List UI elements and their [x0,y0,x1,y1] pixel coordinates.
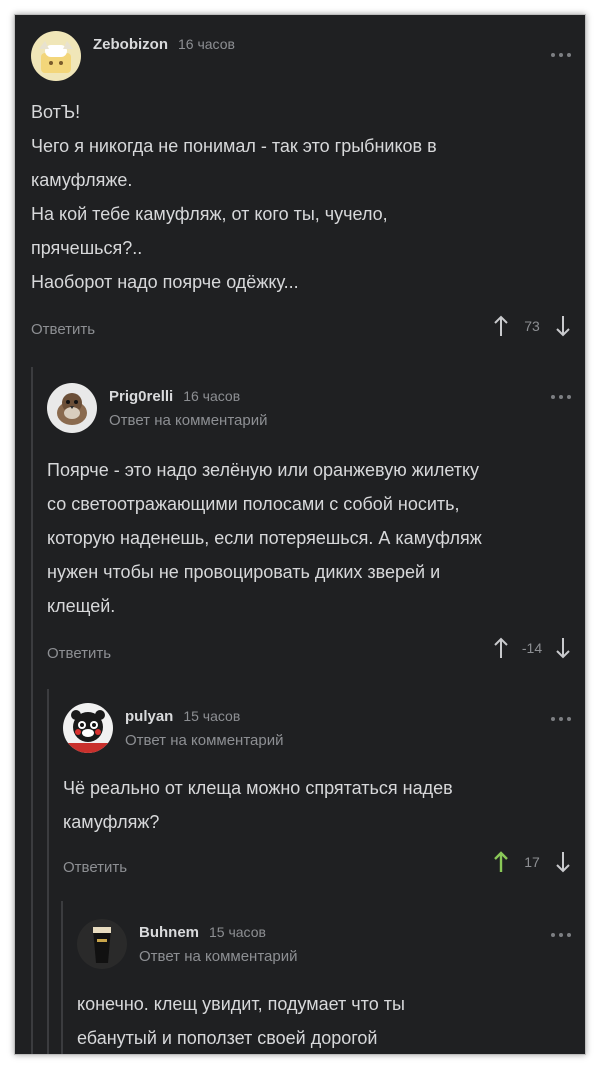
avatar[interactable] [77,919,127,969]
username[interactable]: Prig0relli [109,388,173,405]
timestamp: 15 часов [209,924,266,940]
comment-actions: Ответить 73 [15,315,585,345]
upvote-arrow-icon-active[interactable] [493,851,509,873]
username[interactable]: pulyan [125,708,173,725]
downvote-arrow-icon[interactable] [555,315,571,337]
timestamp: 15 часов [183,708,241,724]
reply-to-link[interactable]: Ответ на комментарий [139,948,297,965]
avatar[interactable] [63,703,113,753]
beer-glass-avatar-icon [77,919,127,969]
downvote-arrow-icon[interactable] [555,851,571,873]
comment-text: ВотЪ! Чего я никогда не понимал - так эт… [31,95,437,299]
comment-text-line: конечно. клещ увидит, подумает что ты [77,994,405,1014]
comment-text-line: камуфляж? [63,812,160,832]
comment-header: Prig0relli 16 часов Ответ на комментарий [47,383,267,433]
comment-text-line: На кой тебе камуфляж, от кого ты, чучело… [31,204,388,224]
username[interactable]: Buhnem [139,924,199,941]
avatar[interactable] [31,31,81,81]
timestamp: 16 часов [183,388,241,404]
rating-score: 73 [524,318,540,334]
comment-prig0relli: Prig0relli 16 часов Ответ на комментарий… [15,367,585,687]
comment-text-line: которую наденешь, если потеряешься. А ка… [47,528,482,548]
comment-header: pulyan 15 часов Ответ на комментарий [63,703,283,753]
comment-text-line: Чего я никогда не понимал - так это грыб… [31,136,437,156]
rating-score: 17 [524,854,540,870]
reply-button[interactable]: Ответить [31,321,95,338]
comment-text: Чё реально от клеща можно спрятаться над… [63,771,453,839]
upvote-arrow-icon[interactable] [493,315,509,337]
avatar-image-icon [31,31,81,81]
reply-button[interactable]: Ответить [63,859,127,876]
comment-actions: Ответить 17 [15,851,585,881]
reply-to-link[interactable]: Ответ на комментарий [125,732,283,749]
timestamp: 16 часов [178,36,235,52]
comment-text-line: Наоборот надо поярче одёжку... [31,272,299,292]
kumamon-avatar-icon [63,703,113,753]
comment-zebobizon: Zebobizon 16 часов ВотЪ! Чего я никогда … [15,15,585,360]
comment-header: Buhnem 15 часов Ответ на комментарий [77,919,297,969]
sparrow-avatar-icon [47,383,97,433]
more-options-icon[interactable] [551,717,571,721]
comment-text-line: со светоотражающими полосами с собой нос… [47,494,460,514]
comment-text-line: ебанутый и поползет своей дорогой [77,1028,378,1048]
comment-text-line: Поярче - это надо зелёную или оранжевую … [47,460,480,480]
comment-actions: Ответить -14 [15,637,585,667]
rating-controls: 73 [493,315,571,337]
comment-text: конечно. клещ увидит, подумает что ты еб… [77,987,405,1054]
username[interactable]: Zebobizon [93,36,168,53]
comment-header: Zebobizon 16 часов [31,31,235,81]
rating-controls: 17 [493,851,571,873]
comments-feed: Zebobizon 16 часов ВотЪ! Чего я никогда … [14,14,586,1055]
upvote-arrow-icon[interactable] [493,637,509,659]
reply-button[interactable]: Ответить [47,645,111,662]
rating-score: -14 [521,640,543,656]
comment-text-line: прячешься?.. [31,238,143,258]
more-options-icon[interactable] [551,53,571,57]
avatar[interactable] [47,383,97,433]
comment-buhnem: Buhnem 15 часов Ответ на комментарий кон… [15,901,585,1054]
more-options-icon[interactable] [551,395,571,399]
comment-text-line: ВотЪ! [31,102,81,122]
comment-text-line: Чё реально от клеща можно спрятаться над… [63,778,453,798]
comment-text-line: нужен чтобы не провоцировать диких звере… [47,562,441,582]
comment-text: Поярче - это надо зелёную или оранжевую … [47,453,482,623]
more-options-icon[interactable] [551,933,571,937]
downvote-arrow-icon[interactable] [555,637,571,659]
reply-to-link[interactable]: Ответ на комментарий [109,412,267,429]
comment-text-line: камуфляже. [31,170,133,190]
comment-pulyan: pulyan 15 часов Ответ на комментарий Чё … [15,689,585,895]
comment-text-line: клещей. [47,596,116,616]
rating-controls: -14 [493,637,571,659]
